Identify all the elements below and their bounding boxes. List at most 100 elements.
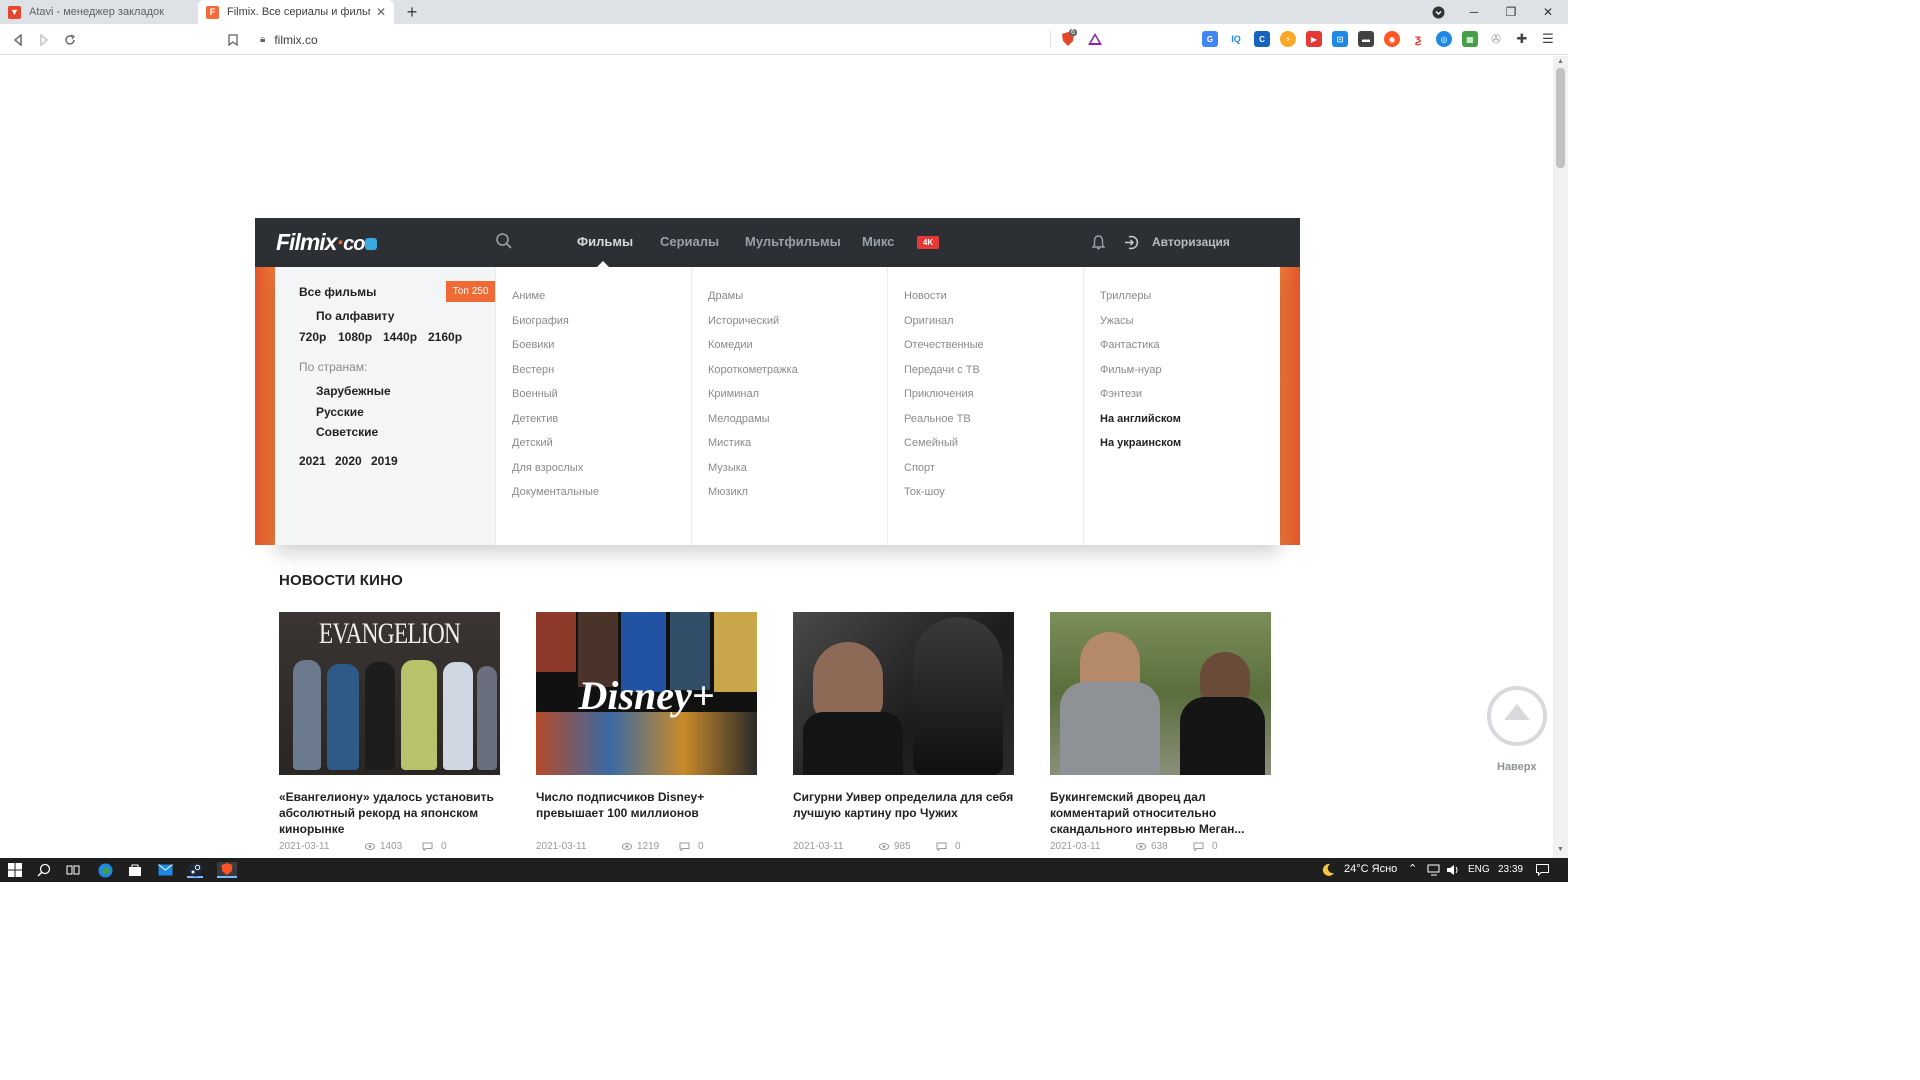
close-window-icon[interactable]: ✕	[1530, 0, 1566, 24]
nav-cartoons[interactable]: Мультфильмы	[745, 234, 841, 249]
genre-link[interactable]: Отечественные	[904, 339, 984, 351]
ukrainian-audio-link[interactable]: На украинском	[1100, 437, 1181, 449]
extension-icon[interactable]: C	[1254, 31, 1270, 47]
news-card[interactable]: Сигурни Уивер определила для себя лучшую…	[793, 612, 1014, 852]
language-indicator[interactable]: ENG	[1468, 864, 1490, 875]
country-russian-link[interactable]: Русские	[316, 405, 364, 419]
new-tab-button[interactable]: +	[402, 2, 422, 22]
genre-link[interactable]: Передачи с ТВ	[904, 364, 980, 376]
steam-icon[interactable]	[187, 862, 203, 878]
year-2021-link[interactable]: 2021	[299, 454, 326, 468]
all-films-link[interactable]: Все фильмы	[299, 285, 376, 299]
year-2020-link[interactable]: 2020	[335, 454, 362, 468]
news-thumbnail[interactable]: EVANGELION	[279, 612, 500, 775]
genre-link[interactable]: Ток-шоу	[904, 486, 945, 498]
close-tab-icon[interactable]: ✕	[376, 5, 386, 19]
login-icon[interactable]	[1123, 234, 1140, 251]
extension-icon[interactable]: ▦	[1462, 31, 1478, 47]
search-icon[interactable]	[36, 862, 52, 878]
country-soviet-link[interactable]: Советские	[316, 425, 378, 439]
extension-icon[interactable]: ◉	[1384, 31, 1400, 47]
genre-link[interactable]: Вестерн	[512, 364, 554, 376]
extension-icon[interactable]: ▶	[1306, 31, 1322, 47]
genre-link[interactable]: Музыка	[708, 462, 747, 474]
extension-icon[interactable]: ⚡	[1280, 31, 1296, 47]
genre-link[interactable]: Биография	[512, 315, 569, 327]
genre-link[interactable]: Военный	[512, 388, 558, 400]
tab-atavi[interactable]: ▼ Atavi - менеджер закладок	[0, 0, 198, 24]
english-audio-link[interactable]: На английском	[1100, 413, 1181, 425]
store-icon[interactable]	[127, 862, 143, 878]
translate-extension-icon[interactable]: G	[1202, 31, 1218, 47]
extension-icon[interactable]: ◎	[1436, 31, 1452, 47]
extension-icon[interactable]: ✇	[1488, 31, 1504, 47]
genre-link[interactable]: Документальные	[512, 486, 599, 498]
volume-icon[interactable]	[1445, 862, 1461, 878]
genre-link[interactable]: Спорт	[904, 462, 935, 474]
genre-link[interactable]: Для взрослых	[512, 462, 583, 474]
genre-link[interactable]: Боевики	[512, 339, 554, 351]
news-thumbnail[interactable]	[1050, 612, 1271, 775]
clock[interactable]: 23:39	[1498, 864, 1523, 875]
quality-720-link[interactable]: 720p	[299, 330, 326, 344]
tray-chevron-icon[interactable]: ⌃	[1408, 862, 1417, 875]
mail-icon[interactable]	[157, 862, 173, 878]
restore-icon[interactable]: ❐	[1493, 0, 1529, 24]
genre-link[interactable]: Детский	[512, 437, 553, 449]
genre-link[interactable]: Фильм-нуар	[1100, 364, 1162, 376]
genre-link[interactable]: Короткометражка	[708, 364, 798, 376]
genre-link[interactable]: Фэнтези	[1100, 388, 1142, 400]
quality-2160-link[interactable]: 2160p	[428, 330, 462, 344]
nav-series[interactable]: Сериалы	[660, 234, 719, 249]
tab-search-icon[interactable]	[1420, 0, 1456, 24]
minimize-icon[interactable]: ─	[1456, 0, 1492, 24]
extension-icon[interactable]: ⊡	[1332, 31, 1348, 47]
year-2019-link[interactable]: 2019	[371, 454, 398, 468]
alphabet-link[interactable]: По алфавиту	[316, 309, 394, 323]
tab-filmix[interactable]: F Filmix. Все сериалы и фильмы п ✕	[198, 0, 394, 24]
genre-link[interactable]: Семейный	[904, 437, 958, 449]
quality-1080-link[interactable]: 1080p	[338, 330, 372, 344]
back-icon[interactable]	[8, 30, 28, 50]
country-foreign-link[interactable]: Зарубежные	[316, 384, 391, 398]
news-title[interactable]: «Евангелиону» удалось установить абсолют…	[279, 789, 500, 837]
scroll-down-arrow-icon[interactable]: ▼	[1557, 846, 1564, 853]
news-title[interactable]: Число подписчиков Disney+ превышает 100 …	[536, 789, 757, 821]
news-title[interactable]: Сигурни Уивер определила для себя лучшую…	[793, 789, 1014, 821]
top250-button[interactable]: Топ 250	[446, 281, 495, 302]
scroll-to-top-button[interactable]	[1487, 686, 1547, 746]
genre-link[interactable]: Детектив	[512, 413, 558, 425]
weather-text[interactable]: 24°C Ясно	[1344, 863, 1397, 875]
genre-link[interactable]: Ужасы	[1100, 315, 1134, 327]
genre-link[interactable]: Оригинал	[904, 315, 954, 327]
edge-icon[interactable]	[97, 862, 113, 878]
scroll-to-top-label[interactable]: Наверх	[1497, 761, 1537, 773]
filmix-logo[interactable]: Filmix·co	[276, 229, 378, 256]
genre-link[interactable]: Приключения	[904, 388, 974, 400]
forward-icon[interactable]	[34, 30, 54, 50]
genre-link[interactable]: Мелодрамы	[708, 413, 770, 425]
genre-link[interactable]: Комедии	[708, 339, 753, 351]
extension-icon[interactable]: ▬	[1358, 31, 1374, 47]
news-card[interactable]: Букингемский дворец дал комментарий отно…	[1050, 612, 1271, 852]
genre-link[interactable]: Реальное ТВ	[904, 413, 971, 425]
genre-link[interactable]: Мистика	[708, 437, 751, 449]
address-bar[interactable]: 🔒︎ filmix.co 6	[250, 27, 1110, 52]
genre-link[interactable]: Драмы	[708, 290, 743, 302]
notifications-icon[interactable]	[1534, 862, 1550, 878]
bell-icon[interactable]	[1091, 234, 1106, 251]
news-card[interactable]: EVANGELION «Евангелиону» удалось установ…	[279, 612, 500, 852]
genre-link[interactable]: Мюзикл	[708, 486, 748, 498]
genre-link[interactable]: Фантастика	[1100, 339, 1159, 351]
login-link[interactable]: Авторизация	[1152, 235, 1230, 249]
genre-link[interactable]: Триллеры	[1100, 290, 1151, 302]
weather-moon-icon[interactable]	[1320, 862, 1336, 878]
extension-icon[interactable]: ƺ	[1410, 31, 1426, 47]
brave-shields-icon[interactable]: 6	[1060, 29, 1077, 47]
news-thumbnail[interactable]: Disney+	[536, 612, 757, 775]
extensions-puzzle-icon[interactable]: ✚	[1514, 31, 1530, 47]
task-view-icon[interactable]	[65, 862, 81, 878]
bookmark-icon[interactable]	[223, 30, 243, 50]
brave-rewards-icon[interactable]	[1087, 31, 1103, 47]
nav-films[interactable]: Фильмы	[577, 234, 633, 249]
